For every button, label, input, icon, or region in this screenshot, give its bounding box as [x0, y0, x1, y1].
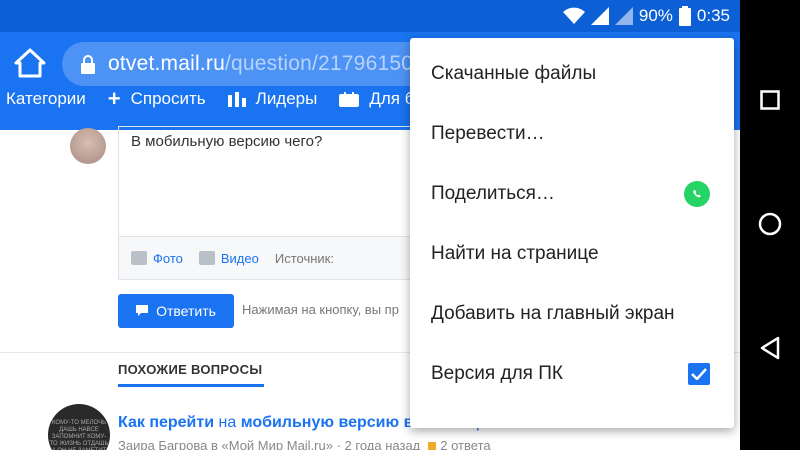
answers-dot-icon [428, 442, 437, 450]
chart-icon [227, 92, 246, 107]
battery-percent: 90% [638, 6, 673, 25]
plus-icon: + [107, 92, 121, 111]
nav-categories-label: Категории [6, 92, 86, 108]
menu-item-label: Скачанные файлы [431, 63, 597, 84]
overflow-menu: Скачанные файлы Перевести… Поделиться… Н… [410, 38, 734, 428]
status-icons: 90% 0:35 [562, 0, 730, 32]
lock-icon [81, 55, 95, 74]
menu-item-find[interactable]: Найти на странице [410, 224, 734, 284]
reply-note: Нажимая на кнопку, вы пр [242, 302, 399, 317]
photo-icon [131, 251, 147, 265]
reply-button-label: Ответить [156, 303, 216, 319]
whatsapp-icon[interactable] [684, 181, 710, 207]
signal-icon [590, 7, 609, 25]
attach-video-link[interactable]: Видео [221, 251, 259, 266]
nav-ask[interactable]: + Спросить [108, 92, 206, 112]
home-circle-icon [758, 212, 782, 236]
desktop-checkbox[interactable] [688, 363, 710, 385]
clock: 0:35 [696, 6, 730, 25]
attach-bar: Фото Видео Источник: [118, 236, 418, 280]
avatar [70, 128, 106, 164]
title-part: на [214, 414, 241, 431]
menu-item-label: Поделиться… [431, 183, 555, 204]
system-nav-bar [740, 0, 800, 450]
menu-item-downloads[interactable]: Скачанные файлы [410, 44, 734, 104]
menu-item-desktop-version[interactable]: Версия для ПК [410, 344, 734, 404]
similar-question-meta: Заира Багрова в «Мой Мир Mail.ru» · 2 го… [118, 438, 491, 450]
check-icon [688, 363, 710, 385]
back-button[interactable] [740, 318, 800, 378]
question-answers[interactable]: 2 ответа [440, 438, 490, 450]
menu-item-label: Версия для ПК [431, 363, 563, 384]
menu-item-label: Найти на странице [431, 243, 599, 264]
nav-categories[interactable]: Категории [6, 92, 86, 109]
status-bar: 90% 0:35 [0, 0, 740, 32]
reply-button[interactable]: Ответить [118, 294, 234, 328]
attach-photo-link[interactable]: Фото [153, 251, 183, 266]
question-thumbnail-text: КОМУ-ТО МЕЛОЧЬ ДАШЬ НАВСЕ ЗАПОМНИТ КОМУ-… [49, 420, 109, 450]
recents-button[interactable] [740, 70, 800, 130]
question-time: 2 года назад [344, 438, 421, 450]
menu-item-share[interactable]: Поделиться… [410, 164, 734, 224]
nav-leaders[interactable]: Лидеры [227, 92, 318, 109]
menu-item-label: Добавить на главный экран [431, 303, 675, 324]
question-thumbnail[interactable]: КОМУ-ТО МЕЛОЧЬ ДАШЬ НАВСЕ ЗАПОМНИТ КОМУ-… [48, 404, 110, 450]
source-label[interactable]: Источник: [275, 251, 334, 266]
home-button[interactable] [740, 194, 800, 254]
signal-icon [614, 7, 633, 25]
briefcase-icon [339, 92, 360, 107]
battery-icon [678, 6, 691, 26]
tab-similar-questions[interactable]: ПОХОЖИЕ ВОПРОСЫ [118, 362, 262, 377]
nav-ask-label: Спросить [130, 92, 206, 108]
wifi-icon [562, 7, 585, 24]
url-path: /question/21796150 [224, 52, 414, 75]
url-text: otvet.mail.ru/question/21796150 [108, 52, 413, 76]
question-author[interactable]: Заира Багрова в «Мой Мир Mail.ru» [118, 438, 333, 450]
recents-icon [760, 90, 780, 110]
url-domain: otvet.mail.ru [108, 52, 225, 75]
back-icon [760, 336, 780, 360]
comment-icon [136, 305, 149, 316]
answer-text: В мобильную версию чего? [131, 133, 323, 150]
title-part: мобильную версию в [240, 414, 414, 431]
nav-leaders-label: Лидеры [255, 92, 318, 108]
menu-item-translate[interactable]: Перевести… [410, 104, 734, 164]
home-icon[interactable] [14, 48, 46, 78]
title-part: Как перейти [118, 414, 215, 431]
menu-item-label: Перевести… [431, 123, 545, 144]
video-icon [198, 251, 215, 265]
menu-item-add-home[interactable]: Добавить на главный экран [410, 284, 734, 344]
tab-underline [118, 384, 264, 387]
